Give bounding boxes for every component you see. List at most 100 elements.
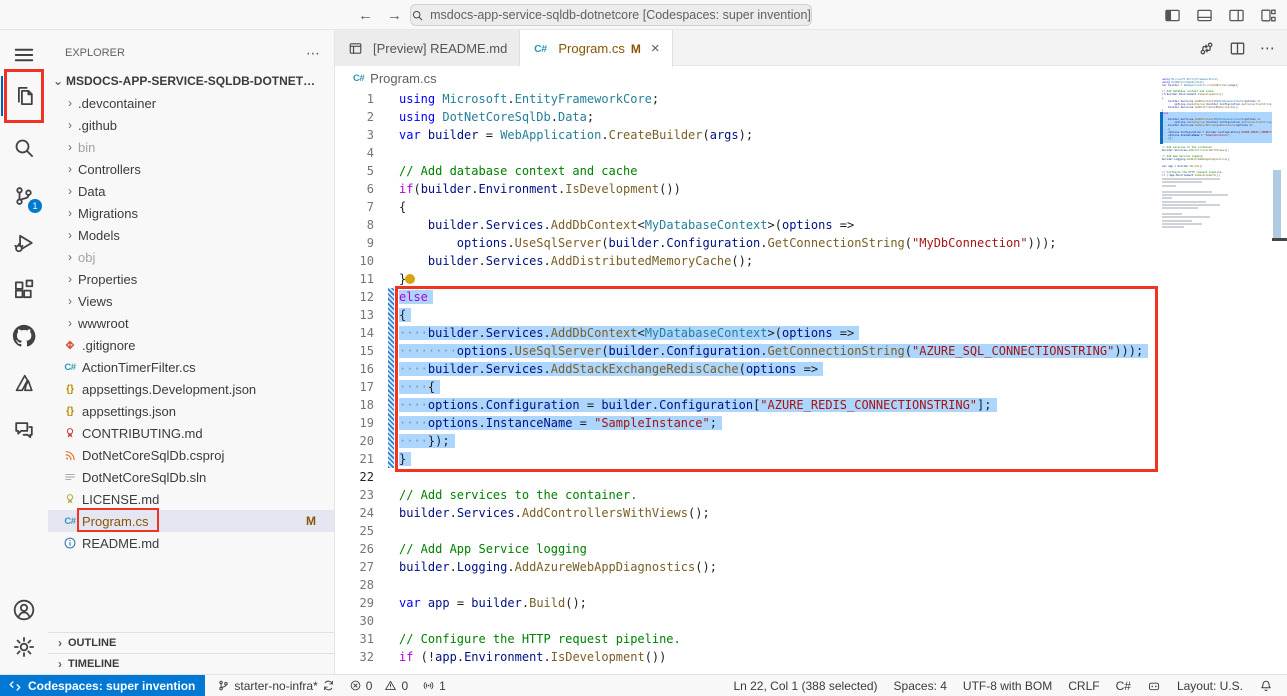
line-number[interactable]: 4 bbox=[335, 144, 395, 162]
status-eol[interactable]: CRLF bbox=[1068, 679, 1099, 693]
code-line-24[interactable]: 24builder.Services.AddControllersWithVie… bbox=[335, 504, 1148, 522]
tree-file-appsettings.Development.json[interactable]: {}appsettings.Development.json bbox=[48, 378, 334, 400]
code-line-15[interactable]: 15········options.UseSqlServer(builder.C… bbox=[335, 342, 1148, 360]
line-number[interactable]: 8 bbox=[335, 216, 395, 234]
activity-item-extensions[interactable] bbox=[10, 276, 38, 304]
status-language-mode[interactable]: C# bbox=[1116, 679, 1131, 693]
open-changes-button[interactable] bbox=[1198, 40, 1215, 57]
status-feedback[interactable] bbox=[1147, 679, 1161, 693]
line-number[interactable]: 32 bbox=[335, 648, 395, 666]
command-center-search[interactable]: msdocs-app-service-sqldb-dotnetcore [Cod… bbox=[410, 4, 812, 26]
panel-timeline[interactable]: ›TIMELINE bbox=[48, 653, 334, 674]
tree-folder-Models[interactable]: ›Models bbox=[48, 224, 334, 246]
line-number[interactable]: 9 bbox=[335, 234, 395, 252]
code-line-21[interactable]: 21} bbox=[335, 450, 1148, 468]
scrollbar-slider[interactable] bbox=[1273, 170, 1281, 238]
code-line-14[interactable]: 14····builder.Services.AddDbContext<MyDa… bbox=[335, 324, 1148, 342]
status-notifications[interactable] bbox=[1259, 679, 1273, 693]
tree-folder-Views[interactable]: ›Views bbox=[48, 290, 334, 312]
close-icon[interactable]: × bbox=[651, 40, 660, 57]
tree-file-DotNetCoreSqlDb.sln[interactable]: DotNetCoreSqlDb.sln bbox=[48, 466, 334, 488]
code-line-23[interactable]: 23// Add services to the container. bbox=[335, 486, 1148, 504]
line-number[interactable]: 20 bbox=[335, 432, 395, 450]
code-line-13[interactable]: 13{ bbox=[335, 306, 1148, 324]
line-number[interactable]: 30 bbox=[335, 612, 395, 630]
code-line-1[interactable]: 1using Microsoft.EntityFrameworkCore; bbox=[335, 90, 1148, 108]
line-number[interactable]: 29 bbox=[335, 594, 395, 612]
code-line-4[interactable]: 4 bbox=[335, 144, 1148, 162]
code-line-31[interactable]: 31// Configure the HTTP request pipeline… bbox=[335, 630, 1148, 648]
breadcrumb[interactable]: C# Program.cs bbox=[335, 66, 1287, 90]
line-number[interactable]: 12 bbox=[335, 288, 395, 306]
tree-folder-.github[interactable]: ›.github bbox=[48, 114, 334, 136]
line-number[interactable]: 10 bbox=[335, 252, 395, 270]
line-number[interactable]: 26 bbox=[335, 540, 395, 558]
status-problems[interactable]: 00 bbox=[349, 679, 408, 693]
line-number[interactable]: 19 bbox=[335, 414, 395, 432]
activity-item-github[interactable] bbox=[10, 322, 38, 350]
line-number[interactable]: 25 bbox=[335, 522, 395, 540]
code-line-26[interactable]: 26// Add App Service logging bbox=[335, 540, 1148, 558]
tree-folder-Controllers[interactable]: ›Controllers bbox=[48, 158, 334, 180]
tree-root-folder[interactable]: ⌄MSDOCS-APP-SERVICE-SQLDB-DOTNETCOR... bbox=[48, 70, 334, 92]
code-line-30[interactable]: 30 bbox=[335, 612, 1148, 630]
tree-file-LICENSE.md[interactable]: LICENSE.md bbox=[48, 488, 334, 510]
activity-item-azure[interactable] bbox=[10, 369, 38, 397]
line-number[interactable]: 15 bbox=[335, 342, 395, 360]
tree-folder-Migrations[interactable]: ›Migrations bbox=[48, 202, 334, 224]
line-number[interactable]: 1 bbox=[335, 90, 395, 108]
line-number[interactable]: 5 bbox=[335, 162, 395, 180]
tree-file-ActionTimerFilter.cs[interactable]: C#ActionTimerFilter.cs bbox=[48, 356, 334, 378]
tab-PreviewREADME.md[interactable]: [Preview] README.md bbox=[335, 30, 520, 66]
code-line-25[interactable]: 25 bbox=[335, 522, 1148, 540]
tree-folder-wwwroot[interactable]: ›wwwroot bbox=[48, 312, 334, 334]
activity-item-settings[interactable] bbox=[10, 633, 38, 661]
line-number[interactable]: 6 bbox=[335, 180, 395, 198]
line-number[interactable]: 23 bbox=[335, 486, 395, 504]
tree-folder-Data[interactable]: ›Data bbox=[48, 180, 334, 202]
code-line-17[interactable]: 17····{ bbox=[335, 378, 1148, 396]
code-line-16[interactable]: 16····builder.Services.AddStackExchangeR… bbox=[335, 360, 1148, 378]
line-number[interactable]: 17 bbox=[335, 378, 395, 396]
line-number[interactable]: 27 bbox=[335, 558, 395, 576]
toggle-panel-left-button[interactable] bbox=[1163, 6, 1181, 24]
line-number[interactable]: 31 bbox=[335, 630, 395, 648]
code-line-9[interactable]: 9 options.UseSqlServer(builder.Configura… bbox=[335, 234, 1148, 252]
minimap[interactable]: using Microsoft.EntityFrameworkCore;usin… bbox=[1162, 78, 1272, 229]
code-line-5[interactable]: 5// Add database context and cache bbox=[335, 162, 1148, 180]
tree-file-Program.cs[interactable]: C#Program.csM bbox=[48, 510, 334, 532]
activity-item-search[interactable] bbox=[10, 134, 38, 162]
tree-folder-Properties[interactable]: ›Properties bbox=[48, 268, 334, 290]
more-actions-button[interactable]: ⋯ bbox=[1260, 39, 1275, 57]
line-number[interactable]: 14 bbox=[335, 324, 395, 342]
tree-folder-bin[interactable]: ›bin bbox=[48, 136, 334, 158]
activity-item-menu[interactable] bbox=[10, 41, 38, 69]
activity-item-source-control[interactable]: 1 bbox=[10, 182, 38, 210]
tree-folder-.devcontainer[interactable]: ›.devcontainer bbox=[48, 92, 334, 114]
code-line-20[interactable]: 20····}); bbox=[335, 432, 1148, 450]
code-line-29[interactable]: 29var app = builder.Build(); bbox=[335, 594, 1148, 612]
tree-file-appsettings.json[interactable]: {}appsettings.json bbox=[48, 400, 334, 422]
code-line-12[interactable]: 12else bbox=[335, 288, 1148, 306]
explorer-more-actions-button[interactable]: ⋯ bbox=[306, 45, 320, 62]
code-line-2[interactable]: 2using DotNetCoreSqlDb.Data; bbox=[335, 108, 1148, 126]
code-line-22[interactable]: 22 bbox=[335, 468, 1148, 486]
toggle-panel-bottom-button[interactable] bbox=[1195, 6, 1213, 24]
code-line-8[interactable]: 8 builder.Services.AddDbContext<MyDataba… bbox=[335, 216, 1148, 234]
code-line-7[interactable]: 7{ bbox=[335, 198, 1148, 216]
status-indentation[interactable]: Spaces: 4 bbox=[894, 679, 947, 693]
line-number[interactable]: 16 bbox=[335, 360, 395, 378]
line-number[interactable]: 11 bbox=[335, 270, 395, 288]
line-number[interactable]: 22 bbox=[335, 468, 395, 486]
toggle-panel-right-button[interactable] bbox=[1227, 6, 1245, 24]
code-line-27[interactable]: 27builder.Logging.AddAzureWebAppDiagnost… bbox=[335, 558, 1148, 576]
line-number[interactable]: 18 bbox=[335, 396, 395, 414]
line-number[interactable]: 7 bbox=[335, 198, 395, 216]
forward-button[interactable]: → bbox=[387, 7, 402, 24]
line-number[interactable]: 13 bbox=[335, 306, 395, 324]
status-keyboard-layout[interactable]: Layout: U.S. bbox=[1177, 679, 1243, 693]
split-editor-button[interactable] bbox=[1229, 40, 1246, 57]
toggle-customize-layout-button[interactable] bbox=[1259, 6, 1277, 24]
status-ports-forwarded[interactable]: 1 bbox=[422, 679, 446, 693]
code-line-10[interactable]: 10 builder.Services.AddDistributedMemory… bbox=[335, 252, 1148, 270]
